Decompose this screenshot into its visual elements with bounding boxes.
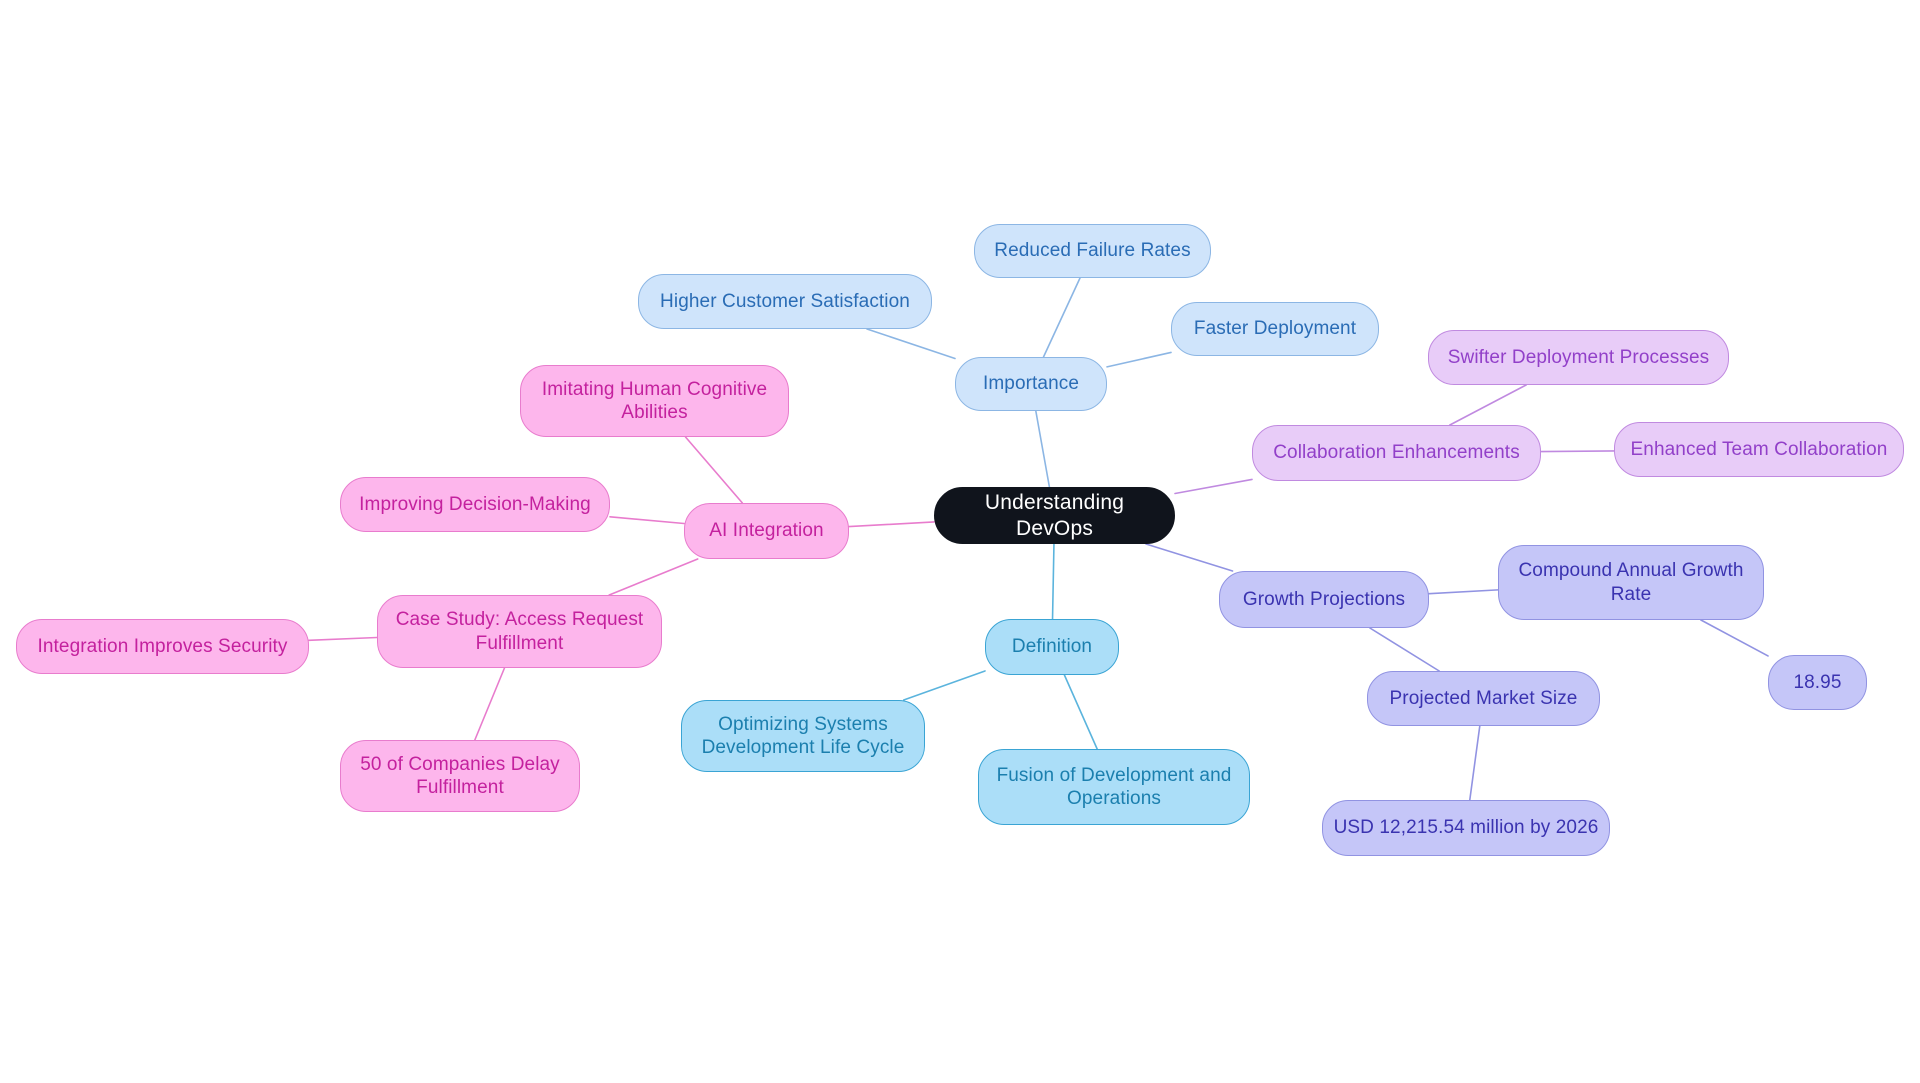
node-compound-annual-growth-rate[interactable]: Compound Annual Growth Rate [1498,545,1764,620]
edge-case-study-access-request-fulfillment-to-50-of-companies-delay-fulfillment [474,667,506,741]
node-label: Higher Customer Satisfaction [660,290,910,312]
edge-ai-integration-to-imitating-human-cognitive-abilities [684,436,744,504]
edge-definition-to-fusion-of-development-and-operations [1063,674,1098,750]
node-enhanced-team-collaboration[interactable]: Enhanced Team Collaboration [1614,422,1904,477]
node-fusion-of-development-and-operations[interactable]: Fusion of Development and Operations [978,749,1250,825]
edge-root-to-definition [1051,543,1055,620]
node-case-study-access-request-fulfillment[interactable]: Case Study: Access Request Fulfillment [377,595,662,668]
node-growth-projections[interactable]: Growth Projections [1219,571,1429,628]
edge-root-to-importance [1035,410,1051,488]
node-definition[interactable]: Definition [985,619,1119,675]
edge-root-to-ai-integration [848,521,935,528]
node-label: Optimizing Systems Development Life Cycl… [701,713,905,758]
edge-importance-to-reduced-failure-rates [1042,277,1081,358]
edge-growth-projections-to-projected-market-size [1369,627,1440,672]
node-integration-improves-security[interactable]: Integration Improves Security [16,619,309,674]
edge-collaboration-enhancements-to-enhanced-team-collaboration [1540,450,1615,453]
node-label: Compound Annual Growth Rate [1518,560,1744,605]
node-label: Reduced Failure Rates [994,240,1191,262]
node-collaboration-enhancements[interactable]: Collaboration Enhancements [1252,425,1541,481]
node-label: Projected Market Size [1389,687,1578,709]
node-optimizing-systems-development-life-cycle[interactable]: Optimizing Systems Development Life Cycl… [681,700,925,772]
edge-growth-projections-to-compound-annual-growth-rate [1428,589,1499,595]
node-label: USD 12,215.54 million by 2026 [1333,817,1599,839]
node-18-95[interactable]: 18.95 [1768,655,1867,710]
node-label: Importance [982,373,1080,395]
node-swifter-deployment-processes[interactable]: Swifter Deployment Processes [1428,330,1729,385]
edge-ai-integration-to-case-study-access-request-fulfillment [608,558,699,596]
node-label: Understanding DevOps [984,490,1125,540]
node-label: Imitating Human Cognitive Abilities [541,378,768,423]
node-ai-integration[interactable]: AI Integration [684,503,849,559]
node-label: 50 of Companies Delay Fulfillment [360,753,560,798]
node-label: Collaboration Enhancements [1273,442,1520,464]
node-projected-market-size[interactable]: Projected Market Size [1367,671,1600,726]
edge-importance-to-faster-deployment [1106,351,1172,368]
node-faster-deployment[interactable]: Faster Deployment [1171,302,1379,356]
edge-importance-to-higher-customer-satisfaction [866,328,956,360]
node-label: Definition [1011,636,1093,658]
node-label: Growth Projections [1242,588,1406,610]
node-label: AI Integration [709,520,824,542]
node-label: Integration Improves Security [37,635,288,657]
edge-collaboration-enhancements-to-swifter-deployment-processes [1449,384,1527,426]
node-improving-decision-making[interactable]: Improving Decision-Making [340,477,610,532]
node-label: Improving Decision-Making [359,493,591,515]
node-label: Faster Deployment [1193,318,1357,340]
edge-definition-to-optimizing-systems-development-life-cycle [902,670,986,701]
edge-root-to-growth-projections [1145,543,1234,572]
node-label: 18.95 [1793,671,1842,693]
node-label: Enhanced Team Collaboration [1630,438,1888,460]
root-node-root[interactable]: Understanding DevOps [934,487,1175,544]
edge-case-study-access-request-fulfillment-to-integration-improves-security [308,636,378,642]
node-importance[interactable]: Importance [955,357,1107,411]
node-reduced-failure-rates[interactable]: Reduced Failure Rates [974,224,1211,278]
node-label: Fusion of Development and Operations [996,764,1232,809]
node-imitating-human-cognitive-abilities[interactable]: Imitating Human Cognitive Abilities [520,365,789,437]
edge-compound-annual-growth-rate-to-18-95 [1700,619,1769,657]
edge-root-to-collaboration-enhancements [1174,478,1253,495]
mindmap-canvas: Understanding DevOps Importance Reduced Fa… [0,0,1920,1083]
node-usd-12215-54-million-by-2026[interactable]: USD 12,215.54 million by 2026 [1322,800,1610,856]
node-higher-customer-satisfaction[interactable]: Higher Customer Satisfaction [638,274,932,329]
node-label: Swifter Deployment Processes [1447,346,1710,368]
edge-ai-integration-to-improving-decision-making [609,515,685,525]
node-label: Case Study: Access Request Fulfillment [395,609,644,654]
edge-projected-market-size-to-usd-12215-54-million-by-2026 [1468,725,1481,801]
node-50-of-companies-delay-fulfillment[interactable]: 50 of Companies Delay Fulfillment [340,740,580,812]
